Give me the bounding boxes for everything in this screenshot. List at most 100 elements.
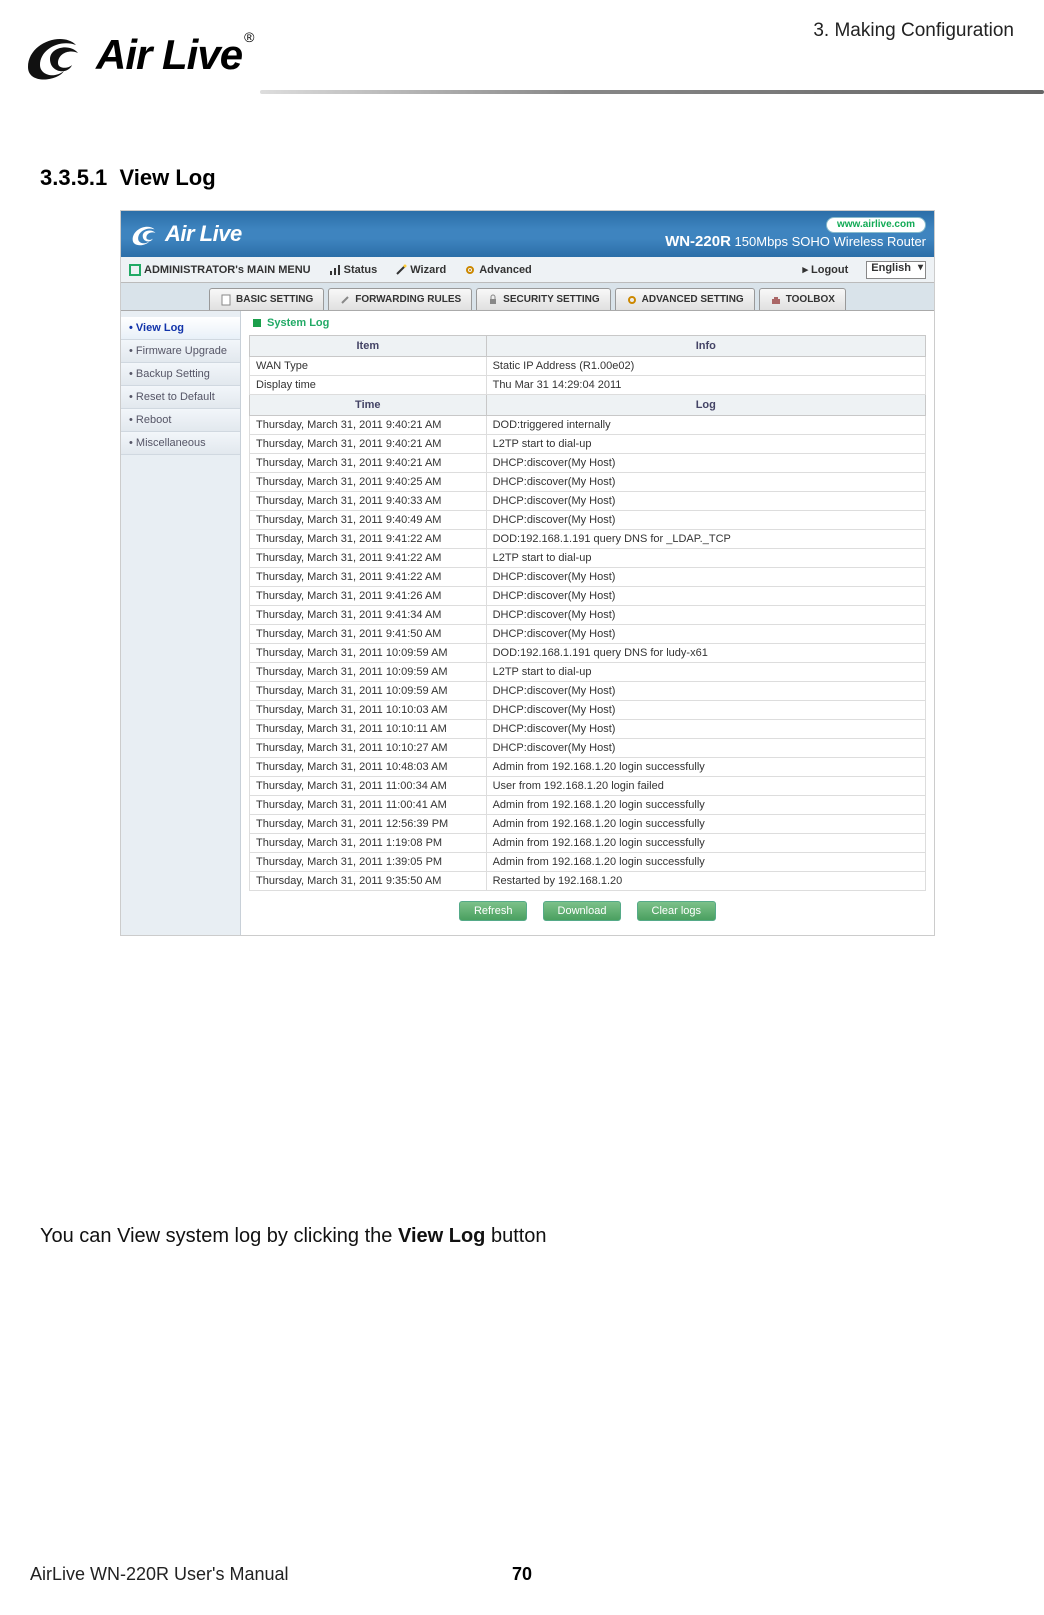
sidebar-miscellaneous[interactable]: • Miscellaneous (121, 432, 240, 455)
cell-item: WAN Type (250, 357, 487, 376)
cell-log: DHCP:discover(My Host) (486, 701, 925, 720)
cell-time: Thursday, March 31, 2011 9:41:22 AM (250, 549, 487, 568)
cell-log: User from 192.168.1.20 login failed (486, 777, 925, 796)
sidebar-view-log[interactable]: • View Log (121, 317, 240, 340)
cell-log: DHCP:discover(My Host) (486, 511, 925, 530)
ui-brand: Air Live (129, 220, 242, 248)
cell-log: L2TP start to dial-up (486, 663, 925, 682)
cell-log: Admin from 192.168.1.20 login successful… (486, 758, 925, 777)
cell-log: DHCP:discover(My Host) (486, 606, 925, 625)
cell-time: Thursday, March 31, 2011 9:40:33 AM (250, 492, 487, 511)
language-select[interactable]: English (866, 261, 926, 279)
menu-wizard[interactable]: Wizard (395, 264, 446, 276)
cell-log: DHCP:discover(My Host) (486, 492, 925, 511)
cell-item: Display time (250, 376, 487, 395)
signal-icon (329, 264, 341, 276)
cell-log: Admin from 192.168.1.20 login successful… (486, 815, 925, 834)
table-row: Thursday, March 31, 2011 11:00:34 AMUser… (250, 777, 926, 796)
wand-icon (395, 264, 407, 276)
info-table: Item Info WAN TypeStatic IP Address (R1.… (249, 335, 926, 891)
ui-brand-text: Air Live (165, 221, 242, 247)
sidebar-reboot[interactable]: • Reboot (121, 409, 240, 432)
col-item: Item (250, 336, 487, 357)
refresh-button[interactable]: Refresh (459, 901, 528, 921)
menu-status[interactable]: Status (329, 264, 378, 276)
table-row: Thursday, March 31, 2011 12:56:39 PMAdmi… (250, 815, 926, 834)
table-row: WAN TypeStatic IP Address (R1.00e02) (250, 357, 926, 376)
cell-log: L2TP start to dial-up (486, 435, 925, 454)
cell-log: Admin from 192.168.1.20 login successful… (486, 834, 925, 853)
cell-log: DOD:192.168.1.191 query DNS for ludy-x61 (486, 644, 925, 663)
cell-log: DOD:192.168.1.191 query DNS for _LDAP._T… (486, 530, 925, 549)
sidebar-backup-setting[interactable]: • Backup Setting (121, 363, 240, 386)
cell-log: Admin from 192.168.1.20 login successful… (486, 853, 925, 872)
cell-time: Thursday, March 31, 2011 9:41:22 AM (250, 568, 487, 587)
wrench-icon (339, 294, 351, 306)
cell-time: Thursday, March 31, 2011 9:41:34 AM (250, 606, 487, 625)
cell-log: DHCP:discover(My Host) (486, 454, 925, 473)
cell-info: Static IP Address (R1.00e02) (486, 357, 925, 376)
ui-top-right: www.airlive.com WN-220R 150Mbps SOHO Wir… (665, 217, 926, 251)
cell-time: Thursday, March 31, 2011 11:00:41 AM (250, 796, 487, 815)
clear-logs-button[interactable]: Clear logs (637, 901, 717, 921)
cell-log: DHCP:discover(My Host) (486, 587, 925, 606)
table-row: Thursday, March 31, 2011 10:09:59 AMDHCP… (250, 682, 926, 701)
menu-logout[interactable]: ▸ Logout (802, 263, 848, 276)
table-row: Thursday, March 31, 2011 9:35:50 AMResta… (250, 872, 926, 891)
cell-info: Thu Mar 31 14:29:04 2011 (486, 376, 925, 395)
footer-page-number: 70 (512, 1564, 532, 1585)
tab-forwarding-rules[interactable]: FORWARDING RULES (328, 288, 472, 310)
table-row: Thursday, March 31, 2011 10:10:03 AMDHCP… (250, 701, 926, 720)
gear-icon (626, 294, 638, 306)
chapter-label: 3. Making Configuration (813, 20, 1014, 42)
footer-manual: AirLive WN-220R User's Manual (30, 1564, 289, 1585)
cell-time: Thursday, March 31, 2011 9:40:21 AM (250, 454, 487, 473)
lock-icon (487, 294, 499, 306)
tab-security-setting[interactable]: SECURITY SETTING (476, 288, 611, 310)
table-row: Thursday, March 31, 2011 9:40:49 AMDHCP:… (250, 511, 926, 530)
table-row: Thursday, March 31, 2011 10:10:27 AMDHCP… (250, 739, 926, 758)
button-row: Refresh Download Clear logs (249, 891, 926, 927)
table-row: Thursday, March 31, 2011 9:40:21 AMDHCP:… (250, 454, 926, 473)
cell-time: Thursday, March 31, 2011 10:10:27 AM (250, 739, 487, 758)
col-info: Info (486, 336, 925, 357)
cell-time: Thursday, March 31, 2011 9:41:26 AM (250, 587, 487, 606)
sidebar-reset-default[interactable]: • Reset to Default (121, 386, 240, 409)
main-panel: System Log Item Info WAN TypeStatic IP A… (241, 311, 934, 935)
sidebar-firmware-upgrade[interactable]: • Firmware Upgrade (121, 340, 240, 363)
cell-time: Thursday, March 31, 2011 10:10:11 AM (250, 720, 487, 739)
table-row: Thursday, March 31, 2011 1:39:05 PMAdmin… (250, 853, 926, 872)
col-time: Time (250, 395, 487, 416)
cell-time: Thursday, March 31, 2011 1:39:05 PM (250, 853, 487, 872)
tab-advanced-setting[interactable]: ADVANCED SETTING (615, 288, 755, 310)
table-row: Thursday, March 31, 2011 9:40:25 AMDHCP:… (250, 473, 926, 492)
panel-title: System Log (249, 311, 926, 335)
download-button[interactable]: Download (543, 901, 622, 921)
table-row: Thursday, March 31, 2011 10:09:59 AML2TP… (250, 663, 926, 682)
cell-time: Thursday, March 31, 2011 9:40:21 AM (250, 416, 487, 435)
table-row: Thursday, March 31, 2011 9:40:33 AMDHCP:… (250, 492, 926, 511)
menu-advanced[interactable]: Advanced (464, 264, 532, 276)
cell-time: Thursday, March 31, 2011 9:40:21 AM (250, 435, 487, 454)
cell-log: Admin from 192.168.1.20 login successful… (486, 796, 925, 815)
cell-time: Thursday, March 31, 2011 10:09:59 AM (250, 644, 487, 663)
section-heading: 3.3.5.1 View Log (40, 165, 216, 191)
note-text: You can View system log by clicking the … (40, 1225, 547, 1248)
cell-log: DHCP:discover(My Host) (486, 682, 925, 701)
cell-time: Thursday, March 31, 2011 10:10:03 AM (250, 701, 487, 720)
table-row: Thursday, March 31, 2011 9:41:26 AMDHCP:… (250, 587, 926, 606)
tab-basic-setting[interactable]: BASIC SETTING (209, 288, 324, 310)
cell-time: Thursday, March 31, 2011 9:40:25 AM (250, 473, 487, 492)
brand-logo: Air Live ® (20, 25, 258, 85)
cell-log: L2TP start to dial-up (486, 549, 925, 568)
cell-time: Thursday, March 31, 2011 9:35:50 AM (250, 872, 487, 891)
tab-toolbox[interactable]: TOOLBOX (759, 288, 846, 310)
cell-log: DHCP:discover(My Host) (486, 625, 925, 644)
ui-top-banner: Air Live www.airlive.com WN-220R 150Mbps… (121, 211, 934, 257)
table-row: Thursday, March 31, 2011 10:48:03 AMAdmi… (250, 758, 926, 777)
table-row: Thursday, March 31, 2011 9:41:34 AMDHCP:… (250, 606, 926, 625)
cell-time: Thursday, March 31, 2011 10:09:59 AM (250, 663, 487, 682)
table-row: Thursday, March 31, 2011 9:40:21 AML2TP … (250, 435, 926, 454)
url-pill[interactable]: www.airlive.com (826, 217, 926, 233)
admin-main-menu-label: ADMINISTRATOR's MAIN MENU (129, 264, 311, 276)
